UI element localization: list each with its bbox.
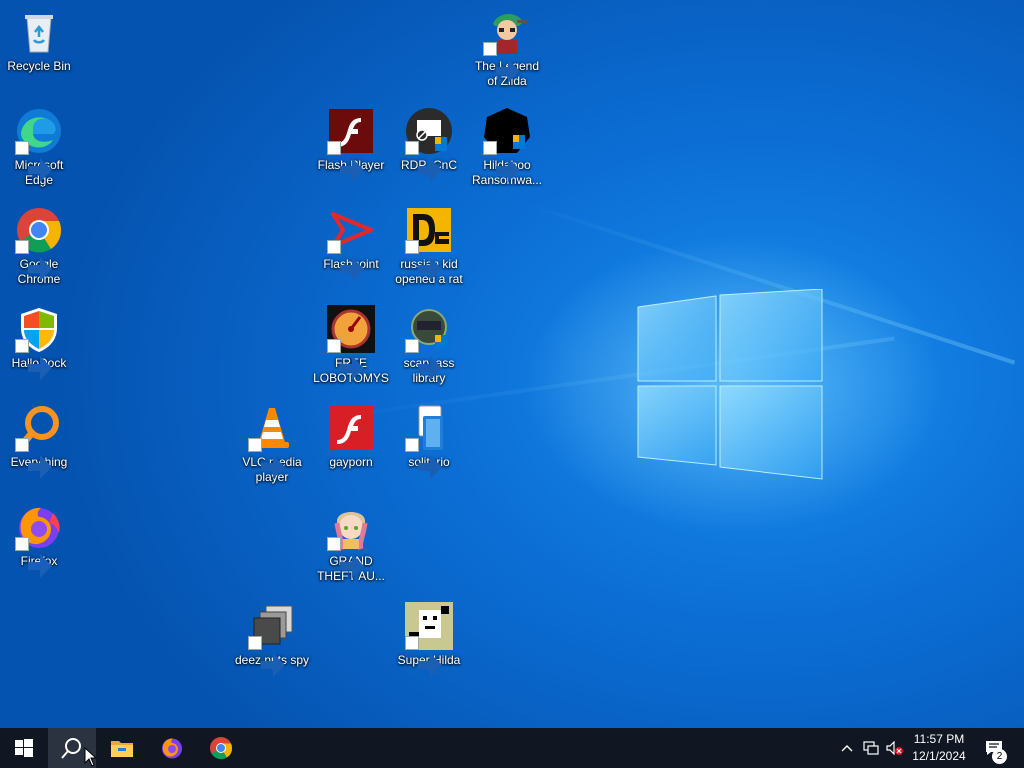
file-explorer-icon — [111, 741, 133, 757]
shortcut-arrow-icon — [327, 240, 364, 281]
gauge-icon — [327, 305, 375, 380]
shortcut-arrow-icon — [15, 339, 52, 380]
flash-player-icon — [327, 107, 375, 182]
shortcut-arrow-icon — [327, 339, 364, 380]
taskbar: 11:57 PM 12/1/2024 — [0, 728, 1024, 768]
shortcut-arrow-icon — [15, 438, 52, 479]
network-icon — [863, 741, 879, 755]
pixel-art-icon — [405, 602, 453, 677]
desktop-icon-everything[interactable]: Everything — [1, 402, 77, 479]
flash-icon — [327, 404, 375, 452]
chrome-icon — [15, 206, 63, 281]
desktop-icon-rdp-cnc[interactable]: RDP_CnC — [391, 105, 467, 182]
anime-character-icon — [327, 503, 375, 578]
firefox-icon — [162, 738, 182, 759]
vlc-cone-icon — [248, 404, 296, 479]
shortcut-arrow-icon — [405, 240, 442, 281]
stacked-windows-icon — [248, 602, 296, 677]
desktop-icon-scary-ass-library[interactable]: scary ass library — [391, 303, 467, 386]
desktop-icon-grand-theft-au[interactable]: GRAND THEFT AU... — [313, 501, 389, 584]
shortcut-arrow-icon — [327, 537, 364, 578]
shortcut-arrow-icon — [483, 42, 520, 83]
desktop-icon-vlc[interactable]: VLC media player — [234, 402, 310, 485]
volume-button[interactable] — [884, 728, 906, 768]
shortcut-arrow-icon — [327, 141, 364, 182]
recycle-bin-icon — [15, 8, 63, 56]
yashma-icon — [483, 107, 531, 182]
flashpoint-icon — [327, 206, 375, 281]
windows-start-icon — [15, 739, 33, 757]
mouse-cursor-icon — [84, 747, 96, 767]
shortcut-arrow-icon — [15, 240, 52, 281]
clock-time: 11:57 PM — [913, 732, 965, 746]
network-button[interactable] — [860, 728, 882, 768]
chevron-up-icon — [841, 745, 853, 752]
desktop-icon-free-lobotomys[interactable]: FREE LOBOTOMYS — [313, 303, 389, 386]
library-badge-icon — [405, 305, 453, 380]
remote-desktop-icon — [405, 107, 453, 182]
taskbar-firefox[interactable] — [148, 728, 196, 768]
desktop-icon-gayporn[interactable]: gayporn — [313, 402, 389, 470]
icon-label: gayporn — [329, 455, 373, 469]
search-icon — [61, 738, 81, 759]
taskbar-chrome[interactable] — [197, 728, 245, 768]
shortcut-arrow-icon — [405, 141, 442, 182]
taskbar-file-explorer[interactable] — [98, 728, 146, 768]
shortcut-arrow-icon — [248, 438, 285, 479]
desktop[interactable]: Recycle Bin Microsoft Edge Google Chrome… — [0, 0, 1024, 728]
show-hidden-icons-button[interactable] — [836, 728, 858, 768]
desktop-icon-hallodock[interactable]: HalloDock — [1, 303, 77, 380]
windows-logo-wallpaper — [637, 289, 823, 480]
desktop-icon-google-chrome[interactable]: Google Chrome — [1, 204, 77, 287]
shortcut-arrow-icon — [483, 141, 520, 182]
desktop-icon-russian-kid[interactable]: russian kid opened a rat — [391, 204, 467, 287]
shortcut-arrow-icon — [405, 339, 442, 380]
desktop-icon-flashpoint[interactable]: Flashpoint — [313, 204, 389, 281]
search-magnifier-icon — [15, 404, 63, 479]
game-character-icon — [483, 8, 531, 83]
desktop-icon-super-hilda[interactable]: Super Hilda — [391, 600, 467, 677]
edge-icon — [15, 107, 63, 182]
notification-count-badge: 2 — [992, 749, 1007, 764]
shield-icon — [15, 305, 63, 380]
desktop-icon-hildaboo-ransomware[interactable]: Hildaboo Ransomwa... — [469, 105, 545, 188]
shortcut-arrow-icon — [15, 141, 52, 182]
desktop-icon-microsoft-edge[interactable]: Microsoft Edge — [1, 105, 77, 188]
chrome-icon — [210, 737, 233, 760]
volume-muted-icon — [886, 741, 903, 755]
clock-date: 12/1/2024 — [912, 749, 966, 763]
solitaire-icon — [405, 404, 453, 479]
clock[interactable]: 11:57 PM 12/1/2024 — [904, 731, 974, 765]
de-logo-icon — [405, 206, 453, 281]
firefox-icon — [15, 503, 63, 578]
shortcut-arrow-icon — [405, 438, 442, 479]
desktop-icon-solitario[interactable]: solitario — [391, 402, 467, 479]
shortcut-arrow-icon — [405, 636, 442, 677]
shortcut-arrow-icon — [15, 537, 52, 578]
desktop-icon-recycle-bin[interactable]: Recycle Bin — [1, 6, 77, 74]
icon-label: Recycle Bin — [7, 59, 71, 73]
desktop-icon-firefox[interactable]: Firefox — [1, 501, 77, 578]
start-button[interactable] — [0, 728, 48, 768]
desktop-icon-legend-of-zilda[interactable]: The Legend of Zilda — [469, 6, 545, 89]
shortcut-arrow-icon — [248, 636, 285, 677]
desktop-icon-deez-nuts-spy[interactable]: deez nuts spy — [234, 600, 310, 677]
desktop-icon-flash-player[interactable]: Flash Player — [313, 105, 389, 182]
